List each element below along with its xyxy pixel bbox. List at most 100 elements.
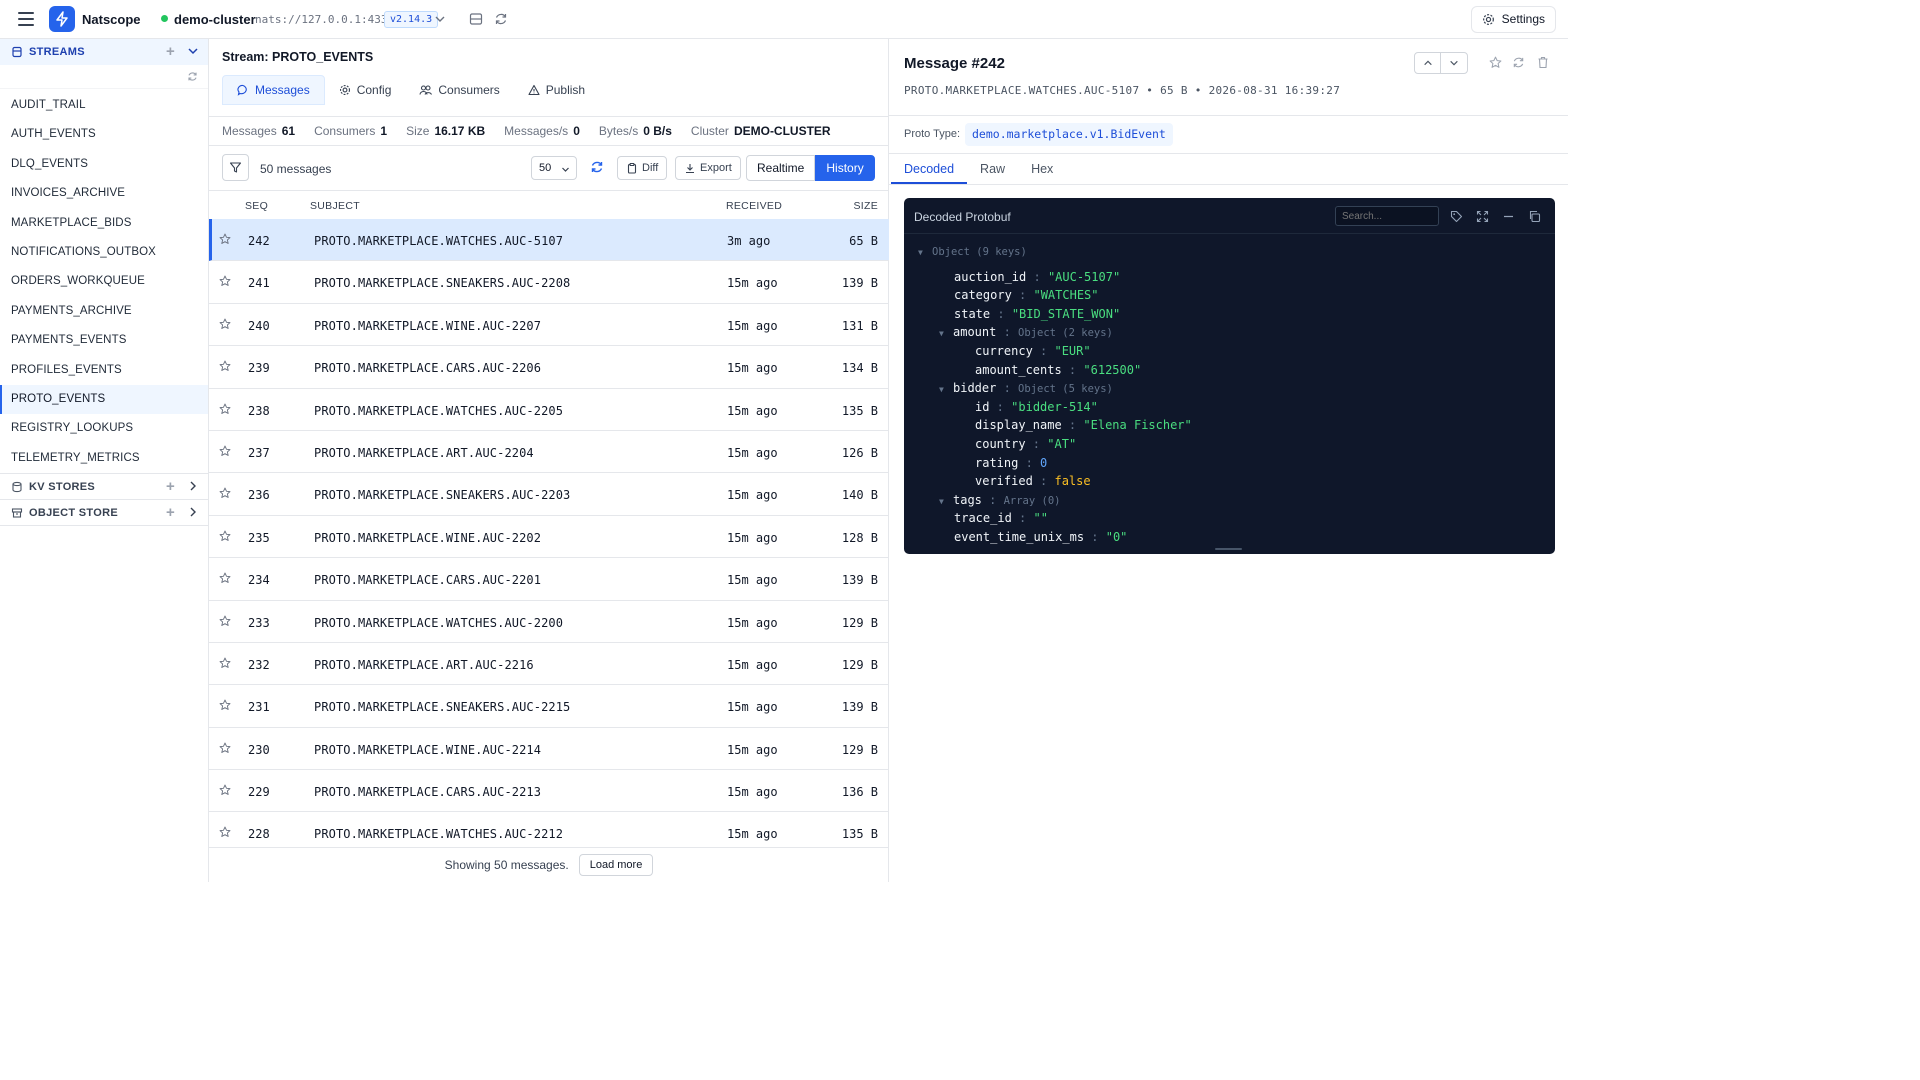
cluster-name[interactable]: demo-cluster: [174, 12, 256, 27]
table-row[interactable]: 236 PROTO.MARKETPLACE.SNEAKERS.AUC-2203 15…: [209, 473, 889, 516]
star-icon[interactable]: [219, 233, 231, 248]
tree-node[interactable]: ▼ bidder : Object (5 keys): [939, 379, 1113, 398]
col-subject[interactable]: SUBJECT: [310, 200, 360, 212]
hamburger-icon[interactable]: [18, 12, 34, 26]
collapse-icon[interactable]: [1502, 210, 1515, 223]
tab-raw[interactable]: Raw: [967, 157, 1018, 184]
star-icon[interactable]: [219, 487, 231, 502]
expand-icon[interactable]: [1476, 210, 1489, 223]
chevron-right-icon[interactable]: [187, 480, 199, 492]
chevron-right-icon[interactable]: [187, 506, 199, 518]
table-row[interactable]: 229 PROTO.MARKETPLACE.CARS.AUC-2213 15m ag…: [209, 770, 889, 813]
object-store-section-header[interactable]: OBJECT STORE +: [0, 499, 208, 525]
table-row[interactable]: 237 PROTO.MARKETPLACE.ART.AUC-2204 15m ago…: [209, 431, 889, 474]
table-row[interactable]: 240 PROTO.MARKETPLACE.WINE.AUC-2207 15m ag…: [209, 304, 889, 347]
sidebar-item-stream[interactable]: PAYMENTS_EVENTS: [0, 326, 208, 355]
sidebar-item-stream[interactable]: AUTH_EVENTS: [0, 120, 208, 149]
search-input[interactable]: [1335, 206, 1439, 226]
table-row[interactable]: 242 PROTO.MARKETPLACE.WATCHES.AUC-5107 3m …: [209, 219, 889, 262]
star-icon[interactable]: [219, 572, 231, 587]
star-icon[interactable]: [219, 530, 231, 545]
col-size[interactable]: SIZE: [853, 200, 878, 212]
table-row[interactable]: 241 PROTO.MARKETPLACE.SNEAKERS.AUC-2208 15…: [209, 261, 889, 304]
caret-down-icon[interactable]: ▼: [939, 324, 953, 343]
table-row[interactable]: 234 PROTO.MARKETPLACE.CARS.AUC-2201 15m ag…: [209, 558, 889, 601]
caret-down-icon[interactable]: ▼: [939, 492, 953, 511]
star-icon[interactable]: [219, 403, 231, 418]
star-icon[interactable]: [219, 360, 231, 375]
filter-button[interactable]: [222, 154, 249, 181]
add-stream-icon[interactable]: +: [166, 44, 175, 59]
chevron-down-icon[interactable]: [187, 45, 199, 57]
sidebar-item-stream[interactable]: INVOICES_ARCHIVE: [0, 179, 208, 208]
sidebar-item-stream[interactable]: PROFILES_EVENTS: [0, 356, 208, 385]
sidebar-item-stream[interactable]: REGISTRY_LOOKUPS: [0, 414, 208, 443]
tab-decoded[interactable]: Decoded: [891, 157, 968, 184]
tree-node[interactable]: ▼ Object (9 keys): [918, 242, 1027, 261]
col-seq[interactable]: SEQ: [245, 200, 268, 212]
col-received[interactable]: RECEIVED: [726, 200, 782, 212]
tree-node[interactable]: ▼ amount : Object (2 keys): [939, 323, 1113, 342]
star-icon[interactable]: [219, 657, 231, 672]
tag-icon[interactable]: [1450, 210, 1463, 223]
export-button[interactable]: Export: [675, 156, 741, 180]
scrollbar-thumb[interactable]: [1215, 548, 1242, 550]
star-icon[interactable]: [219, 784, 231, 799]
sidebar-item-stream[interactable]: NOTIFICATIONS_OUTBOX: [0, 238, 208, 267]
caret-down-icon[interactable]: ▼: [939, 380, 953, 399]
tab-hex[interactable]: Hex: [1018, 157, 1066, 184]
refresh-icon[interactable]: [187, 71, 198, 82]
chevron-down-icon[interactable]: [434, 13, 446, 25]
table-row[interactable]: 235 PROTO.MARKETPLACE.WINE.AUC-2202 15m ag…: [209, 516, 889, 559]
table-row[interactable]: 233 PROTO.MARKETPLACE.WATCHES.AUC-2200 15m…: [209, 601, 889, 643]
star-icon[interactable]: [219, 742, 231, 757]
diff-button[interactable]: Diff: [617, 156, 668, 180]
star-icon[interactable]: [219, 826, 231, 841]
refresh-icon[interactable]: [590, 160, 604, 174]
star-icon[interactable]: [219, 615, 231, 630]
page-size-select[interactable]: 50: [531, 156, 577, 180]
star-icon[interactable]: [219, 445, 231, 460]
realtime-button[interactable]: Realtime: [746, 155, 816, 181]
kv-section-header[interactable]: KV STORES +: [0, 473, 208, 499]
tab-messages[interactable]: Messages: [222, 75, 325, 105]
copy-icon[interactable]: [1528, 210, 1541, 223]
table-row[interactable]: 232 PROTO.MARKETPLACE.ART.AUC-2216 15m ago…: [209, 643, 889, 686]
refresh-icon[interactable]: [494, 12, 508, 26]
sidebar-item-stream[interactable]: PAYMENTS_ARCHIVE: [0, 297, 208, 326]
add-kv-icon[interactable]: +: [166, 479, 175, 494]
star-icon[interactable]: [219, 275, 231, 290]
table-row[interactable]: 239 PROTO.MARKETPLACE.CARS.AUC-2206 15m ag…: [209, 346, 889, 389]
tab-config[interactable]: Config: [325, 75, 406, 105]
table-row[interactable]: 231 PROTO.MARKETPLACE.SNEAKERS.AUC-2215 15…: [209, 685, 889, 728]
sidebar-item-stream[interactable]: AUDIT_TRAIL: [0, 91, 208, 120]
streams-section-header[interactable]: STREAMS +: [0, 39, 208, 65]
next-message-button[interactable]: [1441, 53, 1467, 73]
refresh-icon[interactable]: [1512, 56, 1525, 69]
table-row[interactable]: 238 PROTO.MARKETPLACE.WATCHES.AUC-2205 15m…: [209, 389, 889, 431]
previous-message-button[interactable]: [1415, 53, 1441, 73]
tab-publish[interactable]: Publish: [514, 75, 599, 105]
proto-type-value[interactable]: demo.marketplace.v1.BidEvent: [965, 123, 1173, 146]
settings-button[interactable]: Settings: [1470, 6, 1556, 33]
layout-icon[interactable]: [469, 12, 483, 26]
star-icon[interactable]: [219, 318, 231, 333]
add-object-store-icon[interactable]: +: [166, 505, 175, 520]
star-icon[interactable]: [219, 699, 231, 714]
star-icon[interactable]: [1489, 56, 1502, 69]
sidebar-item-stream[interactable]: DLQ_EVENTS: [0, 150, 208, 179]
tab-consumers[interactable]: Consumers: [405, 75, 513, 105]
tree-node[interactable]: ▼attributes : Object (2 keys): [939, 547, 1142, 548]
sidebar-item-stream[interactable]: MARKETPLACE_BIDS: [0, 209, 208, 238]
tree-node[interactable]: ▼ tags : Array (0): [939, 491, 1061, 510]
table-row[interactable]: 228 PROTO.MARKETPLACE.WATCHES.AUC-2212 15m…: [209, 812, 889, 847]
table-row[interactable]: 230 PROTO.MARKETPLACE.WINE.AUC-2214 15m ag…: [209, 728, 889, 771]
proto-type-label: Proto Type:: [904, 128, 961, 140]
load-more-button[interactable]: Load more: [578, 854, 654, 876]
sidebar-item-stream[interactable]: PROTO_EVENTS: [0, 384, 208, 415]
caret-down-icon[interactable]: ▼: [918, 243, 932, 262]
history-button[interactable]: History: [815, 155, 875, 181]
sidebar-item-stream[interactable]: ORDERS_WORKQUEUE: [0, 267, 208, 296]
trash-icon[interactable]: [1537, 56, 1549, 69]
sidebar-item-stream[interactable]: TELEMETRY_METRICS: [0, 444, 208, 473]
